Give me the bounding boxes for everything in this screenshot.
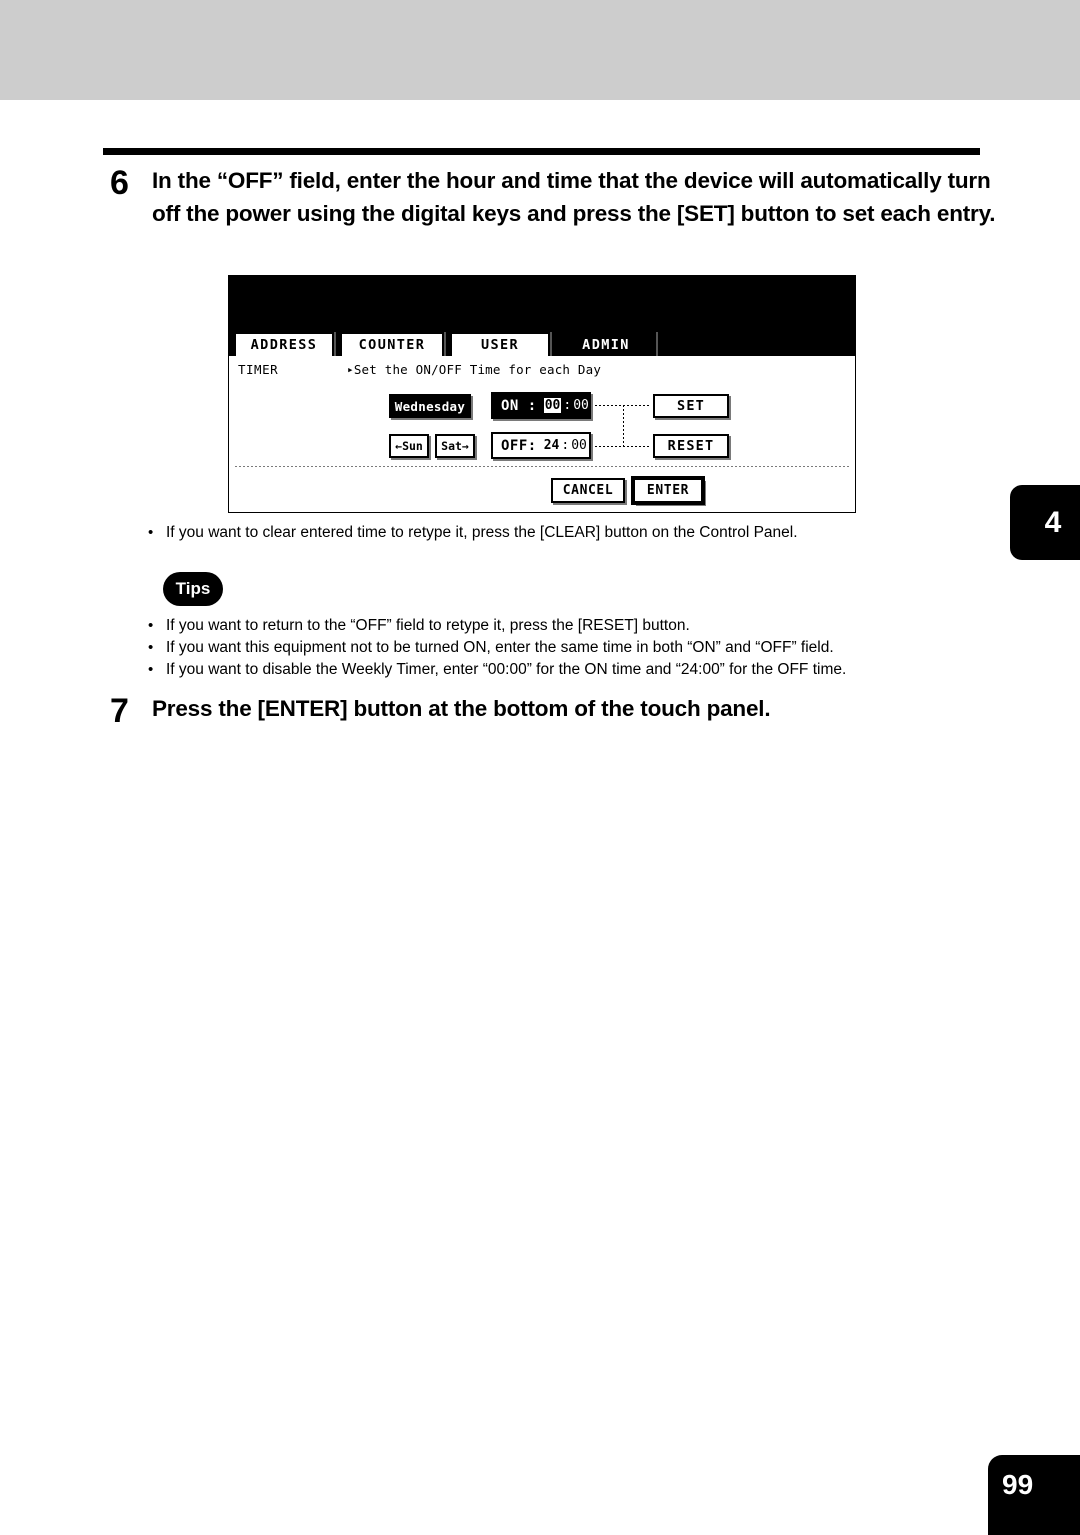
next-day-button-label: Sat→ bbox=[441, 439, 469, 453]
set-button-label: SET bbox=[677, 398, 705, 414]
step-7-text: Press the [ENTER] button at the bottom o… bbox=[152, 696, 771, 721]
touch-panel-tab-strip: ADDRESS COUNTER USER ADMIN bbox=[229, 328, 855, 356]
tab-user-label: USER bbox=[480, 337, 520, 353]
tab-address-label: ADDRESS bbox=[250, 337, 318, 353]
cancel-button-label: CANCEL bbox=[562, 483, 614, 498]
page-header-band bbox=[0, 0, 1080, 100]
description-arrow-icon: ▸ bbox=[347, 363, 354, 376]
connector-line-off-to-reset bbox=[595, 446, 651, 447]
touch-panel-body: TIMER ▸Set the ON/OFF Time for each Day … bbox=[229, 356, 855, 514]
tip-item-1: • If you want to return to the “OFF” fie… bbox=[148, 615, 968, 637]
off-time-minute-value[interactable]: 00 bbox=[571, 438, 587, 453]
touch-panel-screenshot: ADDRESS COUNTER USER ADMIN TIMER ▸Set th… bbox=[228, 275, 856, 513]
panel-bottom-separator bbox=[235, 466, 849, 467]
enter-button-label: ENTER bbox=[646, 483, 690, 498]
tab-admin-label: ADMIN bbox=[582, 337, 630, 353]
page-number: 99 bbox=[1002, 1469, 1034, 1500]
on-time-field[interactable]: ON : 00 : 00 bbox=[491, 392, 591, 419]
off-time-separator: : bbox=[561, 438, 570, 453]
step-7-number: 7 bbox=[110, 692, 129, 730]
bullet-icon: • bbox=[148, 617, 154, 634]
note-bullet-clear: • If you want to clear entered time to r… bbox=[148, 522, 968, 544]
bullet-icon: • bbox=[148, 639, 154, 656]
tab-counter-label: COUNTER bbox=[358, 337, 426, 353]
weekday-button-label: Wednesday bbox=[394, 398, 466, 414]
step-6: 6 In the “OFF” field, enter the hour and… bbox=[110, 164, 1000, 230]
note-bullet-clear-text: If you want to clear entered time to ret… bbox=[166, 524, 798, 541]
reset-button-label: RESET bbox=[667, 438, 715, 454]
bullet-icon: • bbox=[148, 661, 154, 678]
next-day-saturday-button[interactable]: Sat→ bbox=[435, 434, 475, 458]
set-button[interactable]: SET bbox=[653, 394, 729, 418]
reset-button[interactable]: RESET bbox=[653, 434, 729, 458]
connector-line-vertical bbox=[623, 405, 624, 446]
tip-item-3: • If you want to disable the Weekly Time… bbox=[148, 659, 978, 681]
off-time-field[interactable]: OFF: 24 : 00 bbox=[491, 432, 591, 459]
tab-address[interactable]: ADDRESS bbox=[234, 332, 334, 356]
tips-badge-label: Tips bbox=[175, 579, 211, 598]
tab-admin[interactable]: ADMIN bbox=[556, 332, 656, 356]
on-time-separator: : bbox=[563, 398, 572, 413]
prev-day-button-label: ←Sun bbox=[395, 439, 423, 453]
screen-title-timer: TIMER bbox=[238, 362, 279, 377]
bullet-icon: • bbox=[148, 524, 154, 541]
on-time-hour-value[interactable]: 00 bbox=[543, 398, 562, 413]
tips-badge: Tips bbox=[163, 572, 223, 606]
page-number-footer: 99 bbox=[988, 1455, 1080, 1535]
weekday-button[interactable]: Wednesday bbox=[389, 394, 471, 418]
screen-description-text: Set the ON/OFF Time for each Day bbox=[353, 362, 602, 377]
tip-item-2: • If you want this equipment not to be t… bbox=[148, 637, 978, 659]
screen-description: ▸Set the ON/OFF Time for each Day bbox=[347, 362, 601, 377]
step-6-text: In the “OFF” field, enter the hour and t… bbox=[152, 168, 996, 226]
chapter-thumb-tab: 4 bbox=[1010, 485, 1080, 560]
tab-user[interactable]: USER bbox=[450, 332, 550, 356]
on-time-minute-value[interactable]: 00 bbox=[573, 398, 589, 413]
step-7: 7 Press the [ENTER] button at the bottom… bbox=[110, 692, 1000, 730]
chapter-number: 4 bbox=[1044, 505, 1062, 539]
tip-item-3-text: If you want to disable the Weekly Timer,… bbox=[166, 661, 847, 678]
off-time-hour-value[interactable]: 24 bbox=[544, 438, 560, 453]
tip-item-2-text: If you want this equipment not to be tur… bbox=[166, 639, 834, 656]
section-rule bbox=[103, 148, 980, 155]
tip-item-1-text: If you want to return to the “OFF” field… bbox=[166, 617, 690, 634]
cancel-button[interactable]: CANCEL bbox=[551, 478, 625, 503]
prev-day-sunday-button[interactable]: ←Sun bbox=[389, 434, 429, 458]
step-6-number: 6 bbox=[110, 164, 129, 202]
enter-button[interactable]: ENTER bbox=[633, 478, 703, 503]
tab-counter[interactable]: COUNTER bbox=[340, 332, 444, 356]
on-time-label: ON : bbox=[501, 397, 537, 414]
off-time-label: OFF: bbox=[501, 437, 537, 454]
